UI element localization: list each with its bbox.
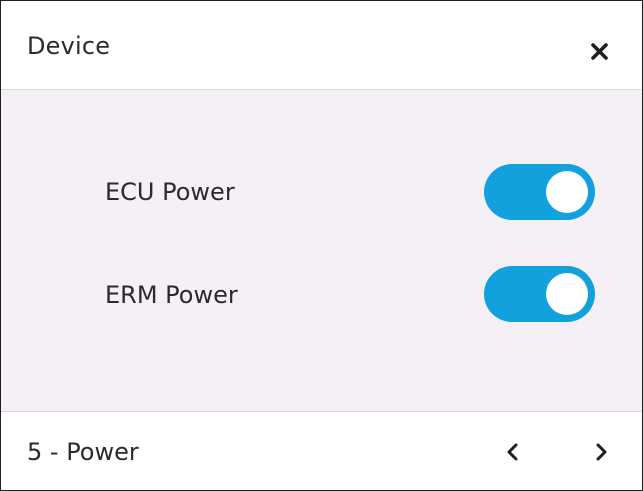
chevron-right-icon <box>596 443 607 461</box>
dialog-footer: 5 - Power <box>1 412 642 490</box>
previous-page-button[interactable] <box>501 440 525 464</box>
dialog-title: Device <box>27 32 111 60</box>
close-button[interactable] <box>587 39 615 67</box>
toggle-knob <box>546 171 588 213</box>
erm-power-toggle[interactable] <box>484 266 595 322</box>
toggle-knob <box>546 273 588 315</box>
settings-body: ECU Power ERM Power <box>1 90 642 412</box>
device-dialog: Device ECU Power ERM Power 5 - Power <box>0 0 643 491</box>
dialog-header: Device <box>1 1 642 90</box>
close-icon <box>591 43 608 60</box>
ecu-power-toggle[interactable] <box>484 164 595 220</box>
chevron-left-icon <box>507 443 518 461</box>
page-indicator: 5 - Power <box>27 438 139 466</box>
erm-power-label: ERM Power <box>105 281 238 309</box>
next-page-button[interactable] <box>589 440 613 464</box>
ecu-power-label: ECU Power <box>105 178 235 206</box>
